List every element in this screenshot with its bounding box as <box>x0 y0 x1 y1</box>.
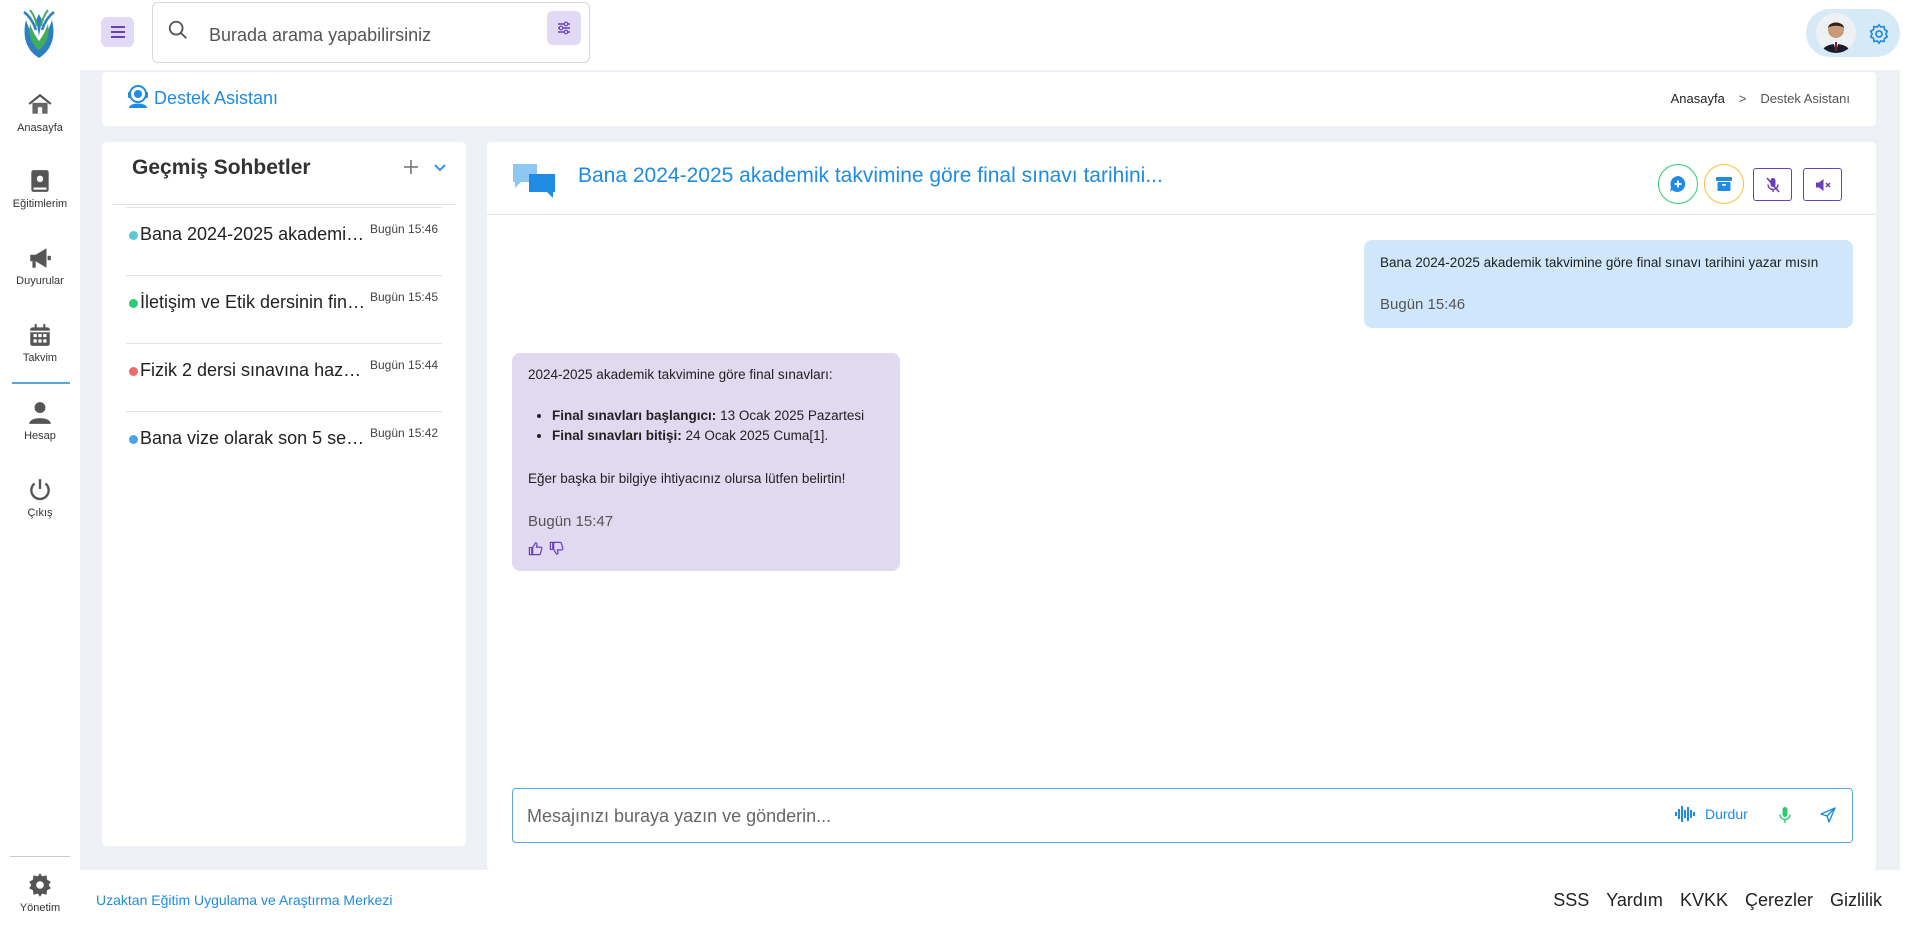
organization-link[interactable]: Uzaktan Eğitim Uygulama ve Araştırma Mer… <box>96 892 392 908</box>
footer-link-faq[interactable]: SSS <box>1553 890 1589 911</box>
settings-gear-icon[interactable] <box>1868 23 1890 45</box>
profile-menu[interactable] <box>1806 9 1900 57</box>
sliders-icon <box>558 21 570 35</box>
list-item: Final sınavları bitişi: 24 Ocak 2025 Cum… <box>552 428 864 443</box>
sidebar-item-logout[interactable]: Çıkış <box>0 477 80 519</box>
power-icon <box>30 479 50 501</box>
status-dot <box>129 435 138 444</box>
thumbs-down-icon[interactable] <box>549 541 564 556</box>
left-rail: Anasayfa Eğitimlerim Duyurular Takvim He… <box>0 0 80 932</box>
breadcrumb-home-link[interactable]: Anasayfa <box>1671 91 1725 106</box>
chat-title: Bana 2024-2025 akademik takvimine göre f… <box>578 164 1163 187</box>
filter-button[interactable] <box>547 11 581 45</box>
chat-bubbles-icon <box>513 164 555 198</box>
avatar[interactable] <box>1816 13 1856 53</box>
sidebar-item-calendar[interactable]: Takvim <box>0 322 80 364</box>
sidebar-item-label: Duyurular <box>16 275 64 287</box>
sidebar-bottom-divider <box>10 856 70 857</box>
sidebar-item-home[interactable]: Anasayfa <box>0 92 80 134</box>
footer-link-privacy[interactable]: Gizlilik <box>1830 890 1882 911</box>
mute-microphone-button[interactable] <box>1753 168 1792 201</box>
breadcrumb: Anasayfa > Destek Asistanı <box>1671 91 1850 106</box>
conversation-time: Bugün 15:42 <box>370 426 439 440</box>
conversation-title: Bana vize olarak son 5 sene <box>140 428 366 448</box>
user-message: Bana 2024-2025 akademik takvimine göre f… <box>1364 240 1853 328</box>
sidebar-item-label: Hesap <box>24 430 56 442</box>
chat-plus-icon <box>1670 176 1686 192</box>
sidebar-item-label: Eğitimlerim <box>12 198 68 210</box>
user-message-text: Bana 2024-2025 akademik takvimine göre f… <box>1380 255 1819 270</box>
assistant-message-outro: Eğer başka bir bilgiye ihtiyacınız olurs… <box>528 471 846 486</box>
book-icon <box>31 170 49 192</box>
search-icon <box>168 20 187 39</box>
speaker-mute-icon <box>1815 178 1830 191</box>
megaphone-icon <box>30 248 51 268</box>
chat-history-panel: Geçmiş Sohbetler Bana 2024-2025 akademik… <box>102 142 466 846</box>
sidebar-item-label: Takvim <box>22 352 58 364</box>
microphone-off-icon <box>1765 176 1780 193</box>
list-item-value: 13 Ocak 2025 Pazartesi <box>716 408 865 423</box>
sidebar-item-label: Çıkış <box>27 507 53 519</box>
top-bar <box>80 0 1912 70</box>
thumbs-up-icon[interactable] <box>528 541 543 556</box>
archive-icon <box>1716 177 1732 191</box>
list-item[interactable]: Bana 2024-2025 akademik takvimine göre f… <box>126 140 442 244</box>
home-icon <box>28 93 52 114</box>
menu-toggle-button[interactable] <box>101 17 134 47</box>
feedback-buttons <box>528 541 564 556</box>
list-item[interactable]: Bana vize olarak son 5 sene Bugün 15:42 <box>126 344 442 448</box>
support-assistant-icon <box>128 85 148 108</box>
page-header: Destek Asistanı Anasayfa > Destek Asista… <box>102 72 1876 126</box>
search-input[interactable] <box>209 17 539 53</box>
list-item[interactable]: Fizik 2 dersi sınavına hazırlık Bugün 15… <box>126 276 442 380</box>
footer-links: SSS Yardım KVKK Çerezler Gizlilik <box>1553 890 1882 911</box>
stop-label: Durdur <box>1705 806 1748 822</box>
stop-button[interactable]: Durdur <box>1675 805 1748 823</box>
sidebar-item-label: Anasayfa <box>17 122 63 134</box>
sidebar-item-admin[interactable]: Yönetim <box>0 872 80 914</box>
calendar-icon <box>30 324 50 346</box>
page-title: Destek Asistanı <box>154 88 279 108</box>
assistant-message-time: Bugün 15:47 <box>528 513 614 530</box>
microphone-icon[interactable] <box>1775 805 1795 825</box>
gear-icon <box>29 873 51 897</box>
university-logo-icon[interactable] <box>16 6 62 62</box>
sidebar-item-trainings[interactable]: Eğitimlerim <box>0 168 80 210</box>
search-box <box>152 2 590 63</box>
breadcrumb-separator: > <box>1738 91 1747 106</box>
avatar-photo-icon <box>1816 13 1856 53</box>
hamburger-icon <box>110 26 125 38</box>
user-icon <box>29 402 51 424</box>
mute-speaker-button[interactable] <box>1803 168 1842 201</box>
message-input[interactable] <box>527 799 1627 833</box>
assistant-message: 2024-2025 akademik takvimine göre final … <box>512 353 900 571</box>
list-item-label: Final sınavları bitişi: <box>552 428 682 443</box>
footer-link-kvkk[interactable]: KVKK <box>1680 890 1728 911</box>
message-composer: Durdur <box>512 788 1853 843</box>
sidebar-item-label: Yönetim <box>19 902 61 914</box>
chat-header-divider <box>487 214 1876 215</box>
breadcrumb-current: Destek Asistanı <box>1760 91 1850 106</box>
assistant-message-intro: 2024-2025 akademik takvimine göre final … <box>528 367 833 382</box>
archive-button[interactable] <box>1704 164 1744 204</box>
list-item-label: Final sınavları başlangıcı: <box>552 408 717 423</box>
new-chat-button[interactable] <box>1658 164 1698 204</box>
list-item-value: 24 Ocak 2025 Cuma[1]. <box>681 428 829 443</box>
sidebar-item-account[interactable]: Hesap <box>0 400 80 442</box>
list-item: Final sınavları başlangıcı: 13 Ocak 2025… <box>552 408 864 423</box>
audio-wave-icon <box>1675 806 1695 822</box>
footer-link-help[interactable]: Yardım <box>1606 890 1663 911</box>
sidebar-divider <box>12 382 70 384</box>
user-message-time: Bugün 15:46 <box>1380 296 1466 313</box>
list-item[interactable]: İletişim ve Etik dersinin final sınavı B… <box>126 208 442 312</box>
assistant-message-list: Final sınavları başlangıcı: 13 Ocak 2025… <box>552 408 864 448</box>
footer-link-cookies[interactable]: Çerezler <box>1745 890 1813 911</box>
send-icon[interactable] <box>1819 806 1837 824</box>
sidebar-item-announcements[interactable]: Duyurular <box>0 245 80 287</box>
